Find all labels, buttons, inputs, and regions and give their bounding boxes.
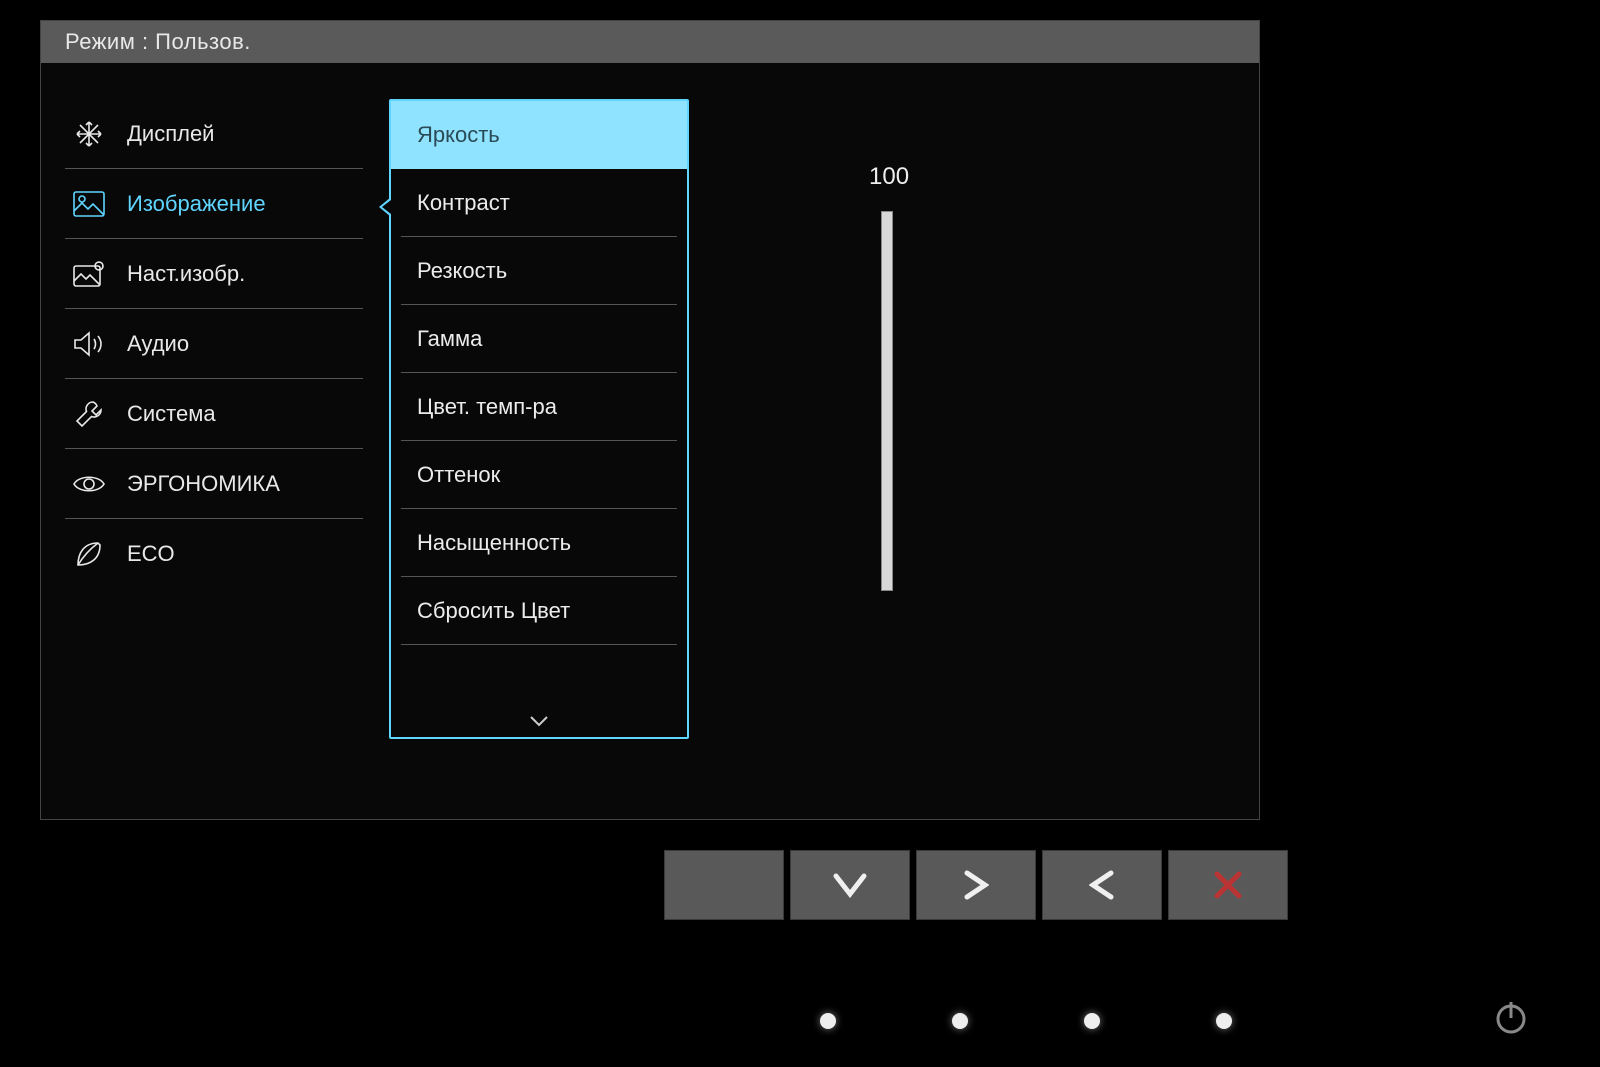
sidebar-item-audio[interactable]: Аудио [65,309,363,379]
sidebar-item-ergonomics[interactable]: ЭРГОНОМИКА [65,449,363,519]
osd-body: Дисплей Изображение Наст.изобр. Аудио [41,63,1259,819]
osd-header: Режим : Пользов. [41,21,1259,63]
submenu-item-label: Яркость [417,122,500,148]
sidebar-item-label: Наст.изобр. [127,261,245,287]
eye-icon [65,473,113,495]
wrench-icon [65,399,113,429]
sidebar-item-picture-adjust[interactable]: Наст.изобр. [65,239,363,309]
led-indicator [952,1013,968,1029]
value-readout: 100 [869,163,909,191]
submenu-item-brightness[interactable]: Яркость [391,101,687,169]
mode-label: Режим : Пользов. [65,29,251,54]
submenu-pointer-icon [379,197,391,217]
sidebar-item-image[interactable]: Изображение [65,169,363,239]
submenu-item-hue[interactable]: Оттенок [401,441,677,509]
picture-icon [65,191,113,217]
sidebar-item-display[interactable]: Дисплей [65,99,363,169]
led-indicator [1084,1013,1100,1029]
led-indicator-row [820,1013,1232,1029]
submenu-item-saturation[interactable]: Насыщенность [401,509,677,577]
submenu-item-contrast[interactable]: Контраст [401,169,677,237]
submenu-item-reset-color[interactable]: Сбросить Цвет [401,577,677,645]
close-icon [1213,870,1243,900]
hw-button-close[interactable] [1168,850,1288,920]
sidebar-item-label: Изображение [127,191,266,217]
chevron-right-icon [963,869,989,901]
sidebar-item-label: Система [127,401,216,427]
sidebar-item-eco[interactable]: ECO [65,519,363,589]
picture-gear-icon [65,261,113,287]
hw-button-left[interactable] [1042,850,1162,920]
submenu-item-label: Цвет. темп-ра [417,394,557,420]
hardware-button-row [664,850,1288,920]
snowflake-icon [65,119,113,149]
submenu-item-label: Резкость [417,258,507,284]
submenu-item-gamma[interactable]: Гамма [401,305,677,373]
submenu-item-sharpness[interactable]: Резкость [401,237,677,305]
hw-button-down[interactable] [790,850,910,920]
hw-button-blank[interactable] [664,850,784,920]
speaker-icon [65,331,113,357]
submenu-item-color-temp[interactable]: Цвет. темп-ра [401,373,677,441]
submenu: Яркость Контраст Резкость Гамма Цвет. те… [389,99,689,739]
led-indicator [1216,1013,1232,1029]
submenu-item-label: Оттенок [417,462,500,488]
sidebar-item-label: Аудио [127,331,189,357]
hw-button-right[interactable] [916,850,1036,920]
chevron-left-icon [1089,869,1115,901]
value-slider[interactable] [881,211,893,591]
submenu-item-label: Сбросить Цвет [417,598,570,624]
sidebar-item-label: ЭРГОНОМИКА [127,471,280,497]
sidebar: Дисплей Изображение Наст.изобр. Аудио [41,99,381,819]
value-slider-fill [882,212,892,590]
submenu-item-label: Насыщенность [417,530,571,556]
power-icon[interactable] [1492,998,1530,1041]
submenu-item-label: Гамма [417,326,482,352]
chevron-down-icon[interactable] [529,710,549,733]
value-panel: 100 [689,99,1259,819]
osd-panel: Режим : Пользов. Дисплей Изображение Нас… [40,20,1260,820]
sidebar-item-system[interactable]: Система [65,379,363,449]
submenu-item-label: Контраст [417,190,510,216]
submenu-container: Яркость Контраст Резкость Гамма Цвет. те… [389,99,689,819]
sidebar-item-label: ECO [127,541,175,567]
led-indicator [820,1013,836,1029]
leaf-icon [65,539,113,569]
sidebar-item-label: Дисплей [127,121,214,147]
chevron-down-icon [832,872,868,898]
